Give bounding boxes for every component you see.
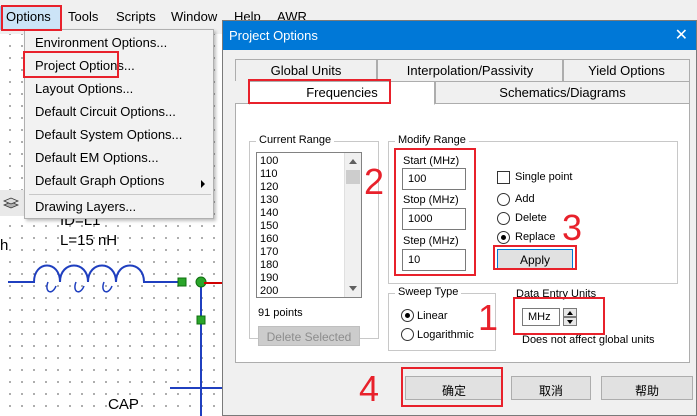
single-point-checkbox[interactable] bbox=[497, 171, 510, 184]
menu-item-drawing-layers[interactable]: Drawing Layers... bbox=[35, 199, 136, 214]
highlight-apply bbox=[493, 245, 577, 270]
logarithmic-label: Logarithmic bbox=[417, 329, 474, 341]
list-item[interactable]: 200 bbox=[260, 285, 278, 297]
highlight-frequencies-tab bbox=[248, 79, 391, 104]
delete-label: Delete bbox=[515, 212, 547, 224]
tab-interpolation-label: Interpolation/Passivity bbox=[406, 63, 534, 78]
highlight-ok bbox=[401, 367, 503, 407]
tab-interpolation-passivity[interactable]: Interpolation/Passivity bbox=[377, 59, 563, 81]
replace-radio[interactable] bbox=[497, 231, 510, 244]
list-item[interactable]: 100 bbox=[260, 155, 278, 167]
menu-separator bbox=[29, 194, 211, 195]
sweep-type-title: Sweep Type bbox=[395, 286, 462, 298]
menu-window[interactable]: Window bbox=[171, 9, 217, 24]
submenu-arrow-icon bbox=[201, 180, 205, 188]
linear-label: Linear bbox=[417, 310, 448, 322]
scroll-up-icon[interactable] bbox=[349, 159, 357, 164]
menu-scripts[interactable]: Scripts bbox=[116, 9, 156, 24]
current-range-title: Current Range bbox=[256, 134, 335, 146]
highlight-options-menu bbox=[1, 5, 62, 31]
menu-item-default-circuit-options[interactable]: Default Circuit Options... bbox=[35, 104, 176, 119]
list-item[interactable]: 160 bbox=[260, 233, 278, 245]
modify-range-title: Modify Range bbox=[395, 134, 469, 146]
delete-radio[interactable] bbox=[497, 212, 510, 225]
listbox-scrollbar[interactable] bbox=[344, 153, 361, 297]
list-item[interactable]: 130 bbox=[260, 194, 278, 206]
list-item[interactable]: 180 bbox=[260, 259, 278, 271]
menu-item-default-system-options[interactable]: Default System Options... bbox=[35, 127, 182, 142]
add-radio[interactable] bbox=[497, 193, 510, 206]
points-count: 91 points bbox=[258, 307, 303, 319]
scroll-thumb[interactable] bbox=[346, 170, 360, 184]
replace-label: Replace bbox=[515, 231, 556, 243]
menu-item-default-em-options[interactable]: Default EM Options... bbox=[35, 150, 159, 165]
node-square bbox=[177, 277, 187, 287]
delete-selected-button[interactable]: Delete Selected bbox=[258, 326, 360, 346]
help-button[interactable]: 帮助 bbox=[601, 376, 693, 400]
dialog-title: Project Options bbox=[229, 28, 318, 43]
node-square-lower bbox=[196, 315, 206, 325]
list-item[interactable]: 150 bbox=[260, 220, 278, 232]
tab-global-units[interactable]: Global Units bbox=[235, 59, 377, 81]
highlight-data-entry-units bbox=[513, 297, 605, 335]
menu-item-default-graph-options[interactable]: Default Graph Options bbox=[35, 173, 164, 188]
menu-item-layout-options[interactable]: Layout Options... bbox=[35, 81, 133, 96]
tab-global-units-label: Global Units bbox=[270, 63, 342, 78]
step-number-4: 4 bbox=[359, 368, 380, 409]
list-item[interactable]: 190 bbox=[260, 272, 278, 284]
list-item[interactable]: 170 bbox=[260, 246, 278, 258]
highlight-project-options bbox=[23, 51, 119, 78]
linear-radio[interactable] bbox=[401, 309, 414, 322]
tab-schematics-label: Schematics/Diagrams bbox=[499, 85, 626, 100]
tab-yield-options[interactable]: Yield Options bbox=[563, 59, 690, 81]
menu-item-environment-options[interactable]: Environment Options... bbox=[35, 35, 167, 50]
clipped-text: h bbox=[0, 237, 9, 254]
toolbar-strip bbox=[0, 190, 24, 216]
list-item[interactable]: 120 bbox=[260, 181, 278, 193]
inductor-coil bbox=[8, 264, 184, 283]
cap-label: CAP bbox=[108, 396, 139, 413]
dialog-titlebar: Project Options ✕ bbox=[223, 21, 696, 50]
list-item[interactable]: 110 bbox=[260, 168, 278, 180]
logarithmic-radio[interactable] bbox=[401, 328, 414, 341]
inductor-value-text: L=15 nH bbox=[60, 232, 118, 249]
close-icon[interactable]: ✕ bbox=[675, 25, 688, 45]
tab-schematics-diagrams[interactable]: Schematics/Diagrams bbox=[435, 81, 690, 103]
highlight-modify-range bbox=[394, 148, 476, 276]
schematic-drawing bbox=[8, 264, 222, 416]
red-wire bbox=[204, 282, 222, 284]
step-number-2: 2 bbox=[364, 161, 385, 202]
drawing-layers-icon bbox=[2, 194, 20, 210]
current-range-listbox[interactable]: 100 110 120 130 140 150 160 170 180 190 … bbox=[256, 152, 362, 298]
menu-tools[interactable]: Tools bbox=[68, 9, 98, 24]
add-label: Add bbox=[515, 193, 535, 205]
units-note: Does not affect global units bbox=[522, 334, 655, 346]
tab-yield-label: Yield Options bbox=[588, 63, 665, 78]
cancel-button[interactable]: 取消 bbox=[511, 376, 591, 400]
step-number-3: 3 bbox=[562, 207, 583, 248]
inductor-inner-loops bbox=[46, 281, 113, 293]
step-number-1: 1 bbox=[478, 297, 499, 338]
list-item[interactable]: 140 bbox=[260, 207, 278, 219]
scroll-down-icon[interactable] bbox=[349, 286, 357, 291]
single-point-label: Single point bbox=[515, 171, 573, 183]
